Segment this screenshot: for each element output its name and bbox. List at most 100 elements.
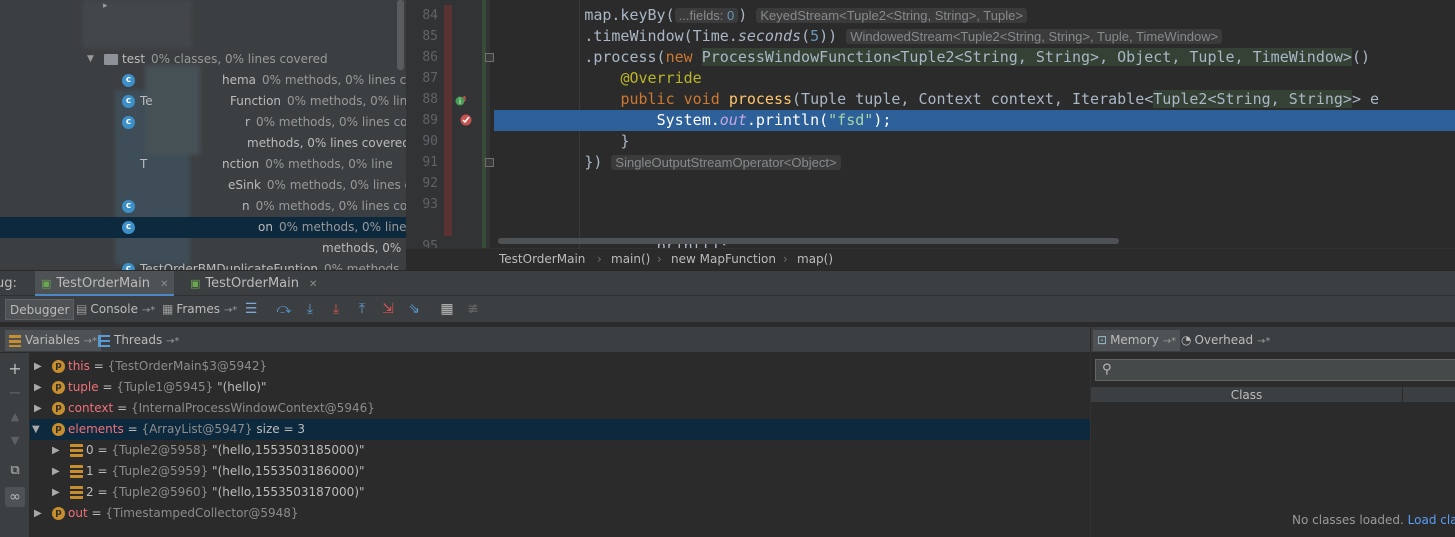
variables-tree[interactable]: ▶ p this = {TestOrderMain$3@5942} ▶ p tu…	[30, 353, 1090, 537]
expand-arrow-icon[interactable]: ▶	[52, 482, 60, 503]
show-watches-icon[interactable]: ∞	[5, 487, 25, 507]
move-down-icon[interactable]: ▼	[5, 431, 25, 451]
step-out-icon[interactable]: ⤒	[354, 301, 370, 317]
code-line-85[interactable]: .timeWindow(Time.seconds(5)) WindowedStr…	[494, 26, 1455, 47]
breakpoint-marker[interactable]	[444, 5, 452, 26]
variable-row[interactable]: ▶ 1 = {Tuple2@5959} "(hello,155350318600…	[30, 461, 1090, 482]
tab-debugger[interactable]: Debugger	[5, 299, 75, 320]
tree-scrollbar[interactable]	[397, 0, 404, 70]
memory-icon: ⊡	[1097, 333, 1108, 347]
breadcrumb-item[interactable]: map()	[797, 249, 833, 270]
variable-row[interactable]: ▶ p this = {TestOrderMain$3@5942}	[30, 356, 1090, 377]
tab-debug-session[interactable]: ▣ TestOrderMain ✕	[184, 271, 323, 296]
tree-row-class[interactable]: c n 0% methods, 0% lines covere	[0, 196, 406, 217]
expand-arrow-icon[interactable]: ▼	[87, 49, 94, 70]
tab-overhead[interactable]: ◔ Overhead →*	[1177, 330, 1274, 351]
expand-arrow-icon[interactable]: ▶	[52, 440, 60, 461]
breakpoint-marker[interactable]	[444, 152, 452, 173]
code-line-86[interactable]: .process(new ProcessWindowFunction<Tuple…	[494, 47, 1455, 68]
editor-gutter[interactable]: 84 85 86 87 88 89 90 91 92 93 95 i	[406, 0, 494, 248]
code-line-89-execution-point[interactable]: System.out.println("fsd");	[494, 110, 1455, 131]
variable-value: "(hello,1553503187000)"	[212, 485, 365, 499]
tab-threads[interactable]: Threads →*	[94, 330, 183, 351]
trace-stream-icon[interactable]: ≢	[465, 301, 481, 317]
code-token: process	[728, 90, 793, 108]
tree-row-package-test[interactable]: ▼ test 0% classes, 0% lines covered	[0, 49, 406, 70]
add-watch-icon[interactable]: +	[5, 359, 25, 379]
force-step-into-icon[interactable]: ⤓	[328, 301, 344, 317]
tab-memory[interactable]: ⊡ Memory →*	[1093, 330, 1181, 351]
expand-arrow-icon[interactable]: ▶	[34, 356, 42, 377]
breakpoint-marker[interactable]	[444, 89, 452, 110]
column-header-class[interactable]: Class	[1091, 387, 1403, 403]
variable-row[interactable]: ▶ 2 = {Tuple2@5960} "(hello,155350318700…	[30, 482, 1090, 503]
remove-watch-icon[interactable]: −	[5, 383, 25, 403]
tree-row-class[interactable]: methods, 0% lines covered	[0, 133, 406, 154]
code-editor[interactable]: 84 85 86 87 88 89 90 91 92 93 95 i map.k…	[406, 0, 1455, 248]
collapse-arrow-icon[interactable]: ▼	[32, 419, 40, 440]
close-icon[interactable]: ✕	[309, 279, 317, 290]
step-into-icon[interactable]: ⤓	[302, 301, 318, 317]
project-tree[interactable]: ▸ ▼ test 0% classes, 0% lines covered c h…	[0, 0, 406, 270]
class-search-field[interactable]: ⚲	[1095, 359, 1455, 381]
breakpoint-icon[interactable]	[460, 114, 472, 126]
breakpoint-marker[interactable]	[444, 68, 452, 89]
expand-arrow-icon[interactable]: ▶	[34, 377, 42, 398]
code-line-91[interactable]: }) SingleOutputStreamOperator<Object>	[494, 152, 1455, 173]
breadcrumb-item[interactable]: main()	[611, 249, 650, 270]
tree-row-class-selected[interactable]: c on 0% methods, 0% lines	[0, 217, 406, 238]
variable-row[interactable]: ▶ 0 = {Tuple2@5958} "(hello,155350318500…	[30, 440, 1090, 461]
class-search-input[interactable]	[1120, 362, 1450, 378]
tree-row-class[interactable]: c Te Function 0% methods, 0% line	[0, 91, 406, 112]
fold-marker-icon[interactable]	[485, 158, 494, 167]
variable-row-selected[interactable]: ▼ p elements = {ArrayList@5947} size = 3	[30, 419, 1090, 440]
tab-frames[interactable]: ▦ Frames →*	[158, 299, 241, 320]
expand-arrow-icon[interactable]: ▶	[34, 398, 42, 419]
tree-row-partial[interactable]: ▸	[0, 0, 406, 17]
step-over-icon[interactable]: ⤼	[276, 301, 292, 317]
variable-row[interactable]: ▶ p tuple = {Tuple1@5945} "(hello)"	[30, 377, 1090, 398]
variable-row[interactable]: ▶ p out = {TimestampedCollector@5948}	[30, 503, 1090, 524]
load-classes-link[interactable]: Load cla	[1408, 513, 1455, 527]
close-icon[interactable]: ✕	[160, 279, 168, 290]
expand-arrow-icon[interactable]: ▶	[34, 503, 42, 524]
tree-row-class[interactable]: c hema 0% methods, 0% lines co	[0, 70, 406, 91]
evaluate-expression-icon[interactable]: ▦	[439, 301, 455, 317]
expand-arrow-icon[interactable]: ▶	[52, 461, 60, 482]
fold-marker-icon[interactable]	[485, 53, 494, 62]
tree-row-class[interactable]: methods, 0% lin	[0, 238, 406, 259]
tree-row-class[interactable]: T nction 0% methods, 0% line	[0, 154, 406, 175]
variable-name: out	[68, 506, 88, 520]
tab-variables[interactable]: Variables →*	[5, 330, 102, 351]
code-line-88[interactable]: public void process(Tuple tuple, Context…	[494, 89, 1455, 110]
show-execution-point-icon[interactable]: ☰	[243, 301, 259, 317]
code-token: map.keyBy(	[584, 6, 675, 24]
code-line-84[interactable]: map.keyBy(...fields: 0) KeyedStream<Tupl…	[494, 5, 1455, 26]
code-line-87[interactable]: @Override	[494, 68, 1455, 89]
move-up-icon[interactable]: ▲	[5, 407, 25, 427]
breakpoint-marker[interactable]	[444, 47, 452, 68]
tree-row-class[interactable]: c TestOrderBMDuplicateFuntion 0% methods	[0, 259, 406, 270]
breakpoint-marker[interactable]	[444, 110, 452, 131]
expand-arrow-icon[interactable]: ▸	[103, 0, 108, 17]
tab-console[interactable]: ▤ Console →*	[72, 299, 159, 320]
breakpoint-marker[interactable]	[444, 215, 452, 236]
breadcrumb-item[interactable]: new MapFunction	[671, 249, 776, 270]
breakpoint-marker[interactable]	[444, 131, 452, 152]
tab-debug-session[interactable]: ▣ TestOrderMain ✕	[35, 271, 175, 296]
breadcrumb-item[interactable]: TestOrderMain	[499, 249, 585, 270]
variable-row[interactable]: ▶ p context = {InternalProcessWindowCont…	[30, 398, 1090, 419]
code-token: @Override	[620, 69, 702, 87]
breakpoint-marker[interactable]	[444, 173, 452, 194]
override-method-icon[interactable]: i	[455, 95, 467, 107]
run-to-cursor-icon[interactable]: ⇘	[406, 301, 422, 317]
breakpoint-marker[interactable]	[444, 194, 452, 215]
code-line-90[interactable]: }	[494, 131, 1455, 152]
editor-horizontal-scrollbar[interactable]	[498, 238, 1119, 244]
copy-icon[interactable]: ⧉	[5, 461, 25, 481]
breakpoint-marker[interactable]	[444, 26, 452, 47]
coverage-text: 0% classes, 0% lines covered	[151, 52, 328, 66]
tree-row-class[interactable]: c r 0% methods, 0% lines cove	[0, 112, 406, 133]
drop-frame-icon[interactable]: ⇲	[380, 301, 396, 317]
tree-row-class[interactable]: eSink 0% methods, 0% lines co	[0, 175, 406, 196]
